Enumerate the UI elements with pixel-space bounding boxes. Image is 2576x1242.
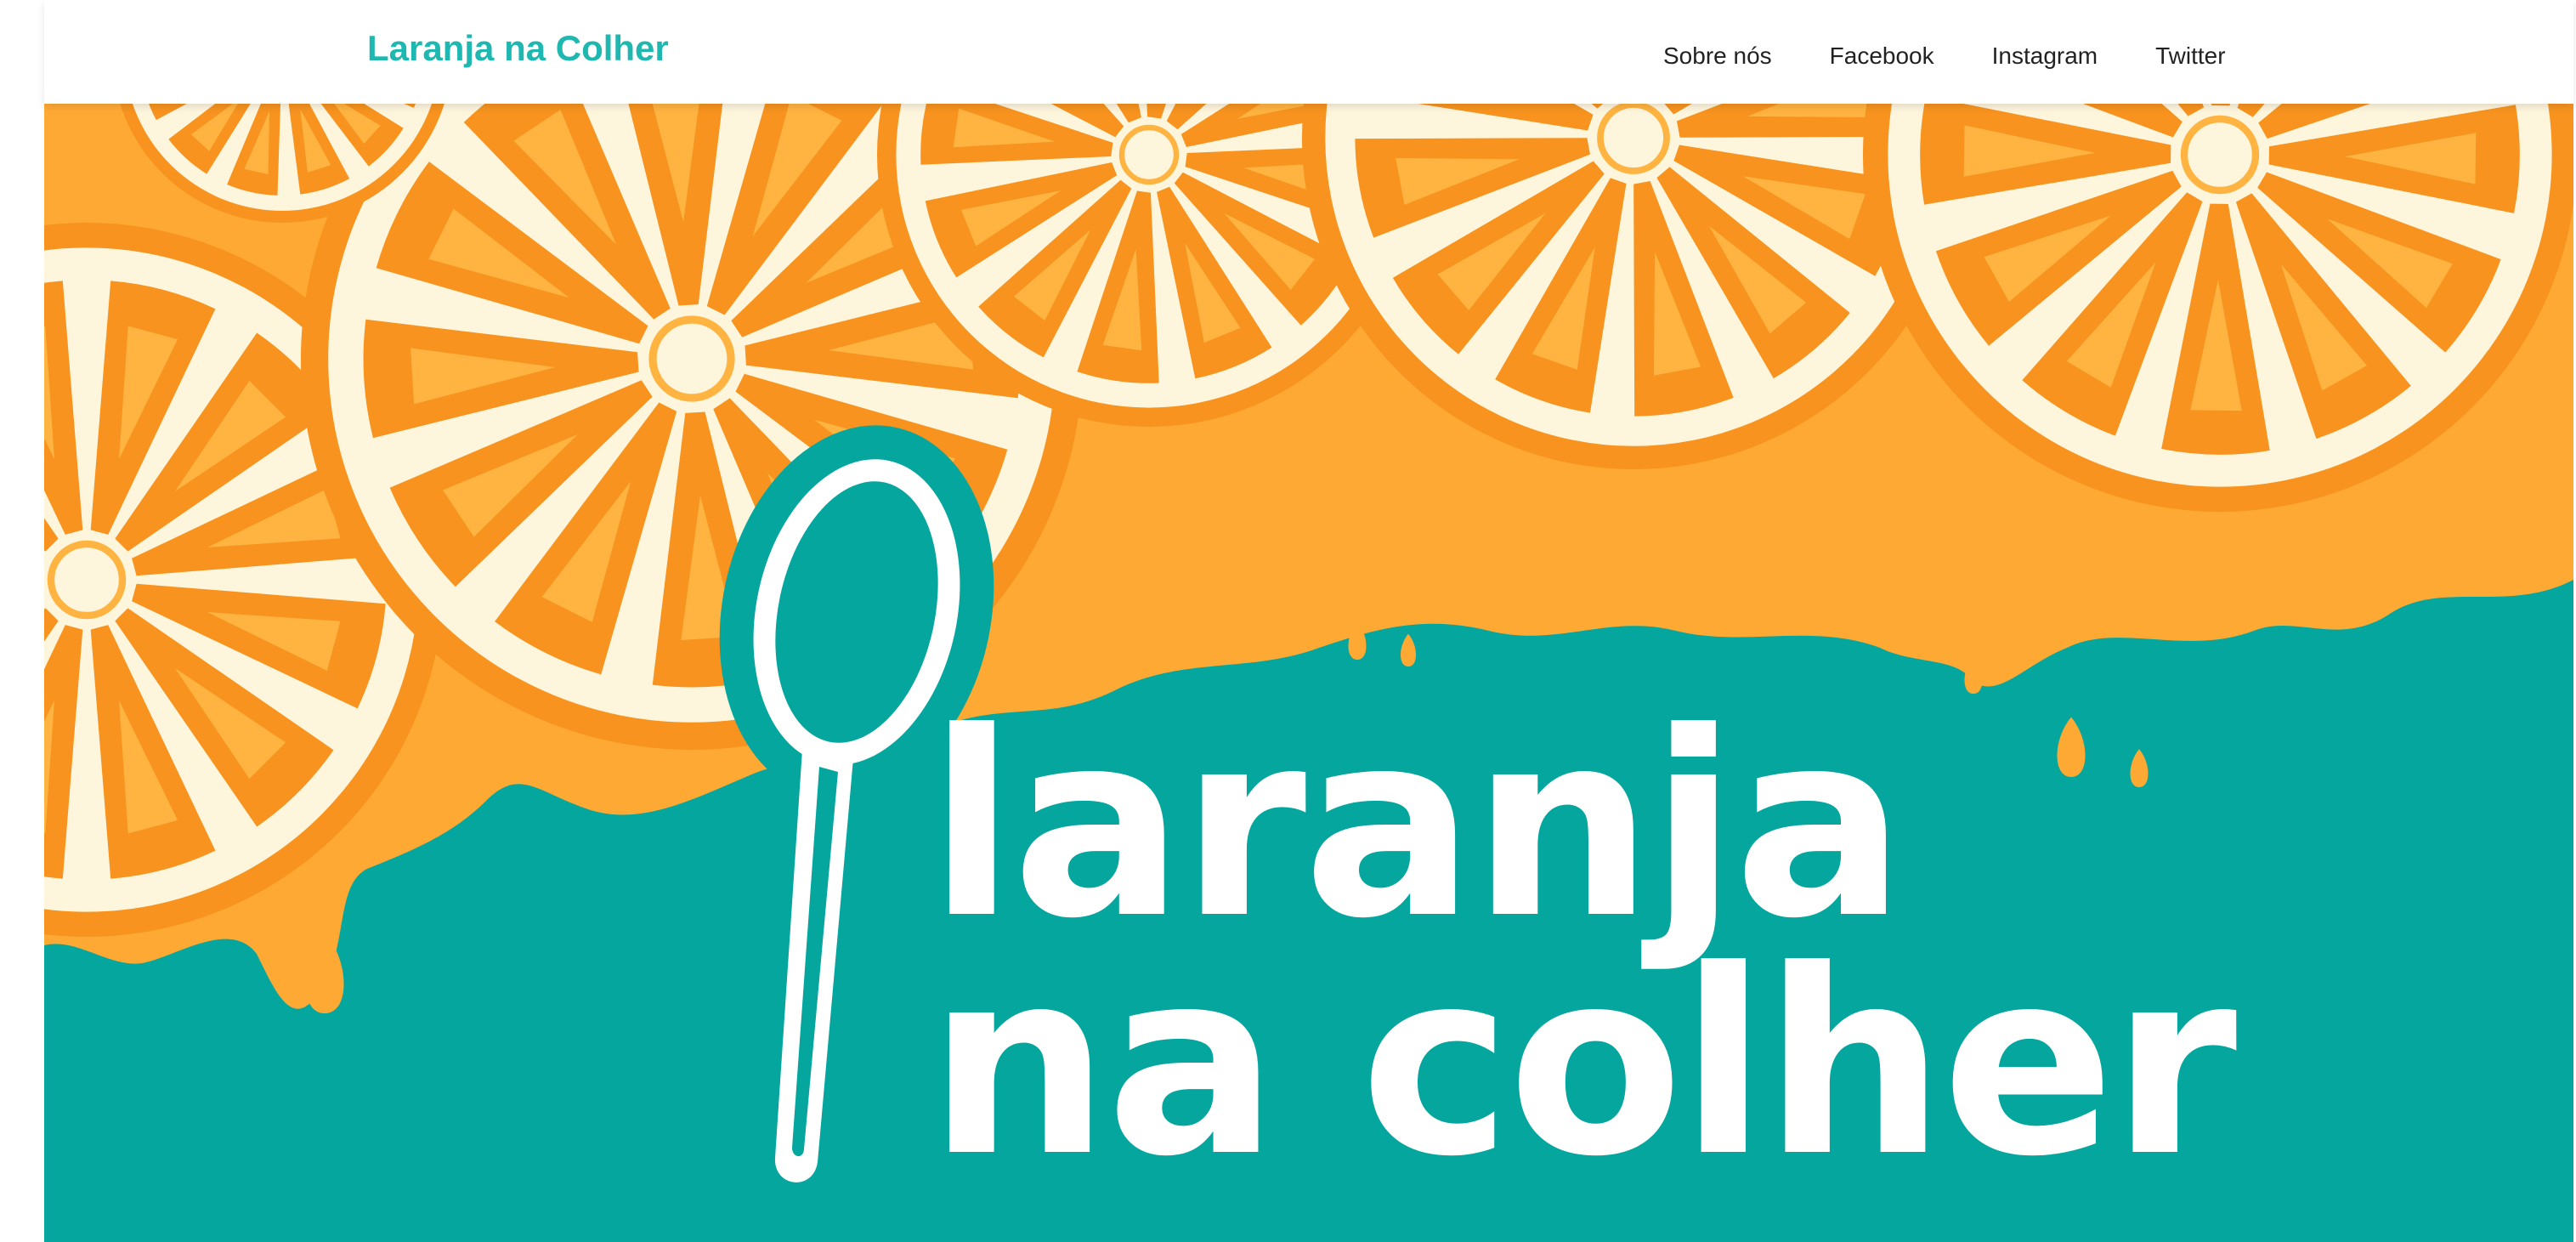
page: Laranja na Colher Sobre nós Facebook Ins… [0, 0, 2576, 1242]
juice-drip-icon [2130, 749, 2149, 787]
nav-link-facebook[interactable]: Facebook [1830, 44, 1934, 68]
nav-link-twitter[interactable]: Twitter [2155, 44, 2225, 68]
top-navbar: Laranja na Colher Sobre nós Facebook Ins… [44, 0, 2573, 104]
main-nav: Sobre nós Facebook Instagram Twitter [1663, 44, 2284, 68]
juice-drip-icon [2057, 717, 2086, 777]
nav-link-sobre-nos[interactable]: Sobre nós [1663, 44, 1772, 68]
site-brand-link[interactable]: Laranja na Colher [367, 31, 669, 66]
hero-banner: laranja na colher [44, 104, 2573, 1242]
juice-drip-icon [1401, 633, 1416, 666]
hero-title-line-2: na colher [928, 916, 2237, 1212]
nav-link-instagram[interactable]: Instagram [1992, 44, 2098, 68]
